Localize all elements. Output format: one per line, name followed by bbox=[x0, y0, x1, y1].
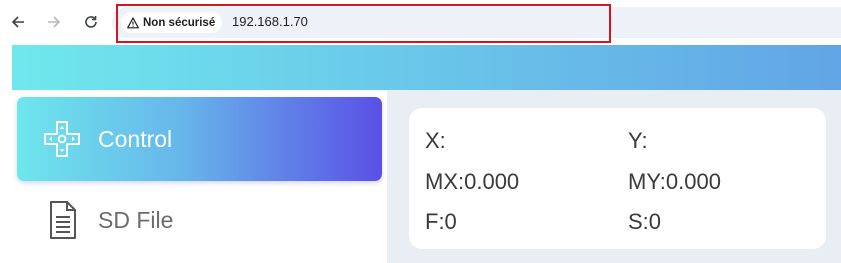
url-text[interactable]: 192.168.1.70 bbox=[232, 14, 308, 29]
reload-button[interactable] bbox=[80, 11, 102, 33]
position-card: X: Y: MX:0.000 MY:0.000 F:0 S:0 bbox=[409, 108, 826, 249]
security-label: Non sécurisé bbox=[143, 16, 216, 29]
spindle-speed: S:0 bbox=[628, 209, 662, 234]
x-position: X: bbox=[425, 128, 446, 153]
y-position: Y: bbox=[628, 128, 648, 153]
my-position: MY:0.000 bbox=[628, 169, 721, 194]
app-header bbox=[12, 45, 841, 90]
forward-button[interactable] bbox=[43, 11, 65, 33]
browser-toolbar: Non sécurisé 192.168.1.70 bbox=[0, 0, 841, 45]
feed-rate: F:0 bbox=[425, 209, 457, 234]
sidebar-item-label: Control bbox=[98, 125, 173, 152]
sidebar-item-label: SD File bbox=[98, 206, 174, 233]
arrow-left-icon bbox=[11, 16, 24, 28]
security-chip[interactable]: Non sécurisé bbox=[121, 12, 223, 33]
main-panel: X: Y: MX:0.000 MY:0.000 F:0 S:0 bbox=[387, 90, 841, 263]
mx-position: MX:0.000 bbox=[425, 169, 520, 194]
back-button[interactable] bbox=[7, 11, 29, 33]
sidebar-item-control[interactable]: Control bbox=[17, 97, 382, 181]
sidebar-item-sd-file[interactable]: SD File bbox=[17, 178, 382, 262]
sidebar: Control SD File bbox=[12, 90, 387, 263]
warning-triangle-icon bbox=[127, 16, 139, 28]
file-icon bbox=[50, 201, 76, 239]
dpad-icon bbox=[44, 121, 80, 157]
reload-icon bbox=[85, 16, 97, 28]
arrow-right-icon bbox=[48, 16, 61, 28]
